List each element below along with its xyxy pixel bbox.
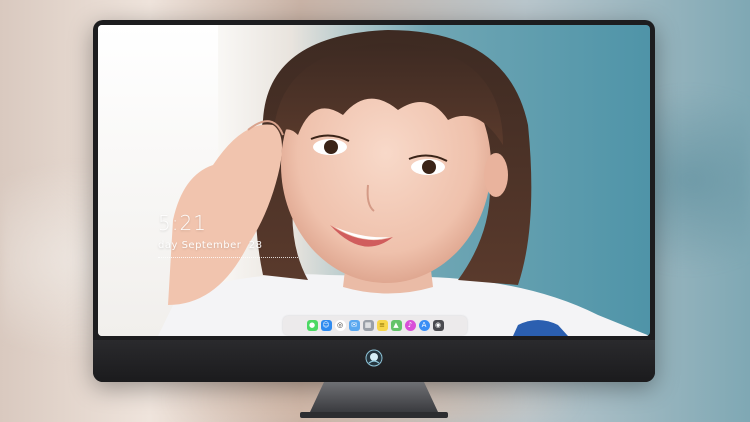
photo-booth-icon[interactable]: ◉ <box>432 320 444 331</box>
lockscreen-subtext-line <box>158 257 298 261</box>
monitor-stand <box>300 382 448 418</box>
notes-icon[interactable]: ≡ <box>376 320 388 331</box>
brand-logo-icon <box>365 349 383 367</box>
finder-icon[interactable]: ☺ <box>320 320 332 331</box>
imac-monitor: 5:21 day September 28 ● ☺ ◎ ✉ ▦ ≡ ▲ ♪ A … <box>93 20 655 382</box>
itunes-icon[interactable]: ♪ <box>404 320 416 331</box>
app-store-icon[interactable]: A <box>418 320 430 331</box>
wallpaper-photo <box>158 30 650 336</box>
launchpad-icon[interactable]: ▦ <box>362 320 374 331</box>
desktop-screen: 5:21 day September 28 ● ☺ ◎ ✉ ▦ ≡ ▲ ♪ A … <box>98 25 650 336</box>
maps-icon[interactable]: ▲ <box>390 320 402 331</box>
messages-icon[interactable]: ● <box>306 320 318 331</box>
lockscreen-date: day September 28 <box>158 240 263 251</box>
dock: ● ☺ ◎ ✉ ▦ ≡ ▲ ♪ A ◉ <box>283 316 467 335</box>
safari-icon[interactable]: ◎ <box>334 320 346 331</box>
lockscreen-time: 5:21 <box>158 211 207 235</box>
mail-icon[interactable]: ✉ <box>348 320 360 331</box>
